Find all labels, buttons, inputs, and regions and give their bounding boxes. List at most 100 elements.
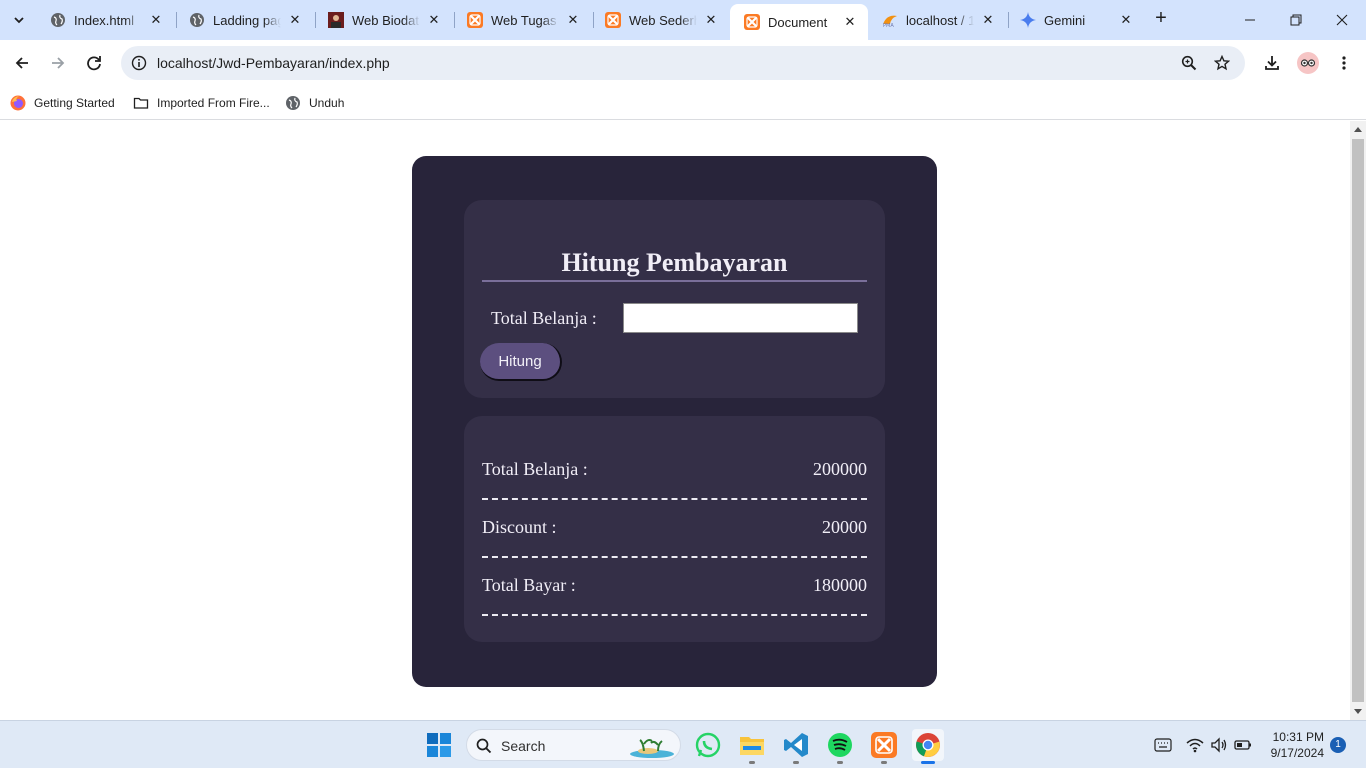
bookmark-label: Imported From Fire... [157,96,270,110]
close-tab-icon[interactable]: ✕ [1118,12,1134,28]
vscode-icon[interactable] [780,729,812,764]
hitung-button[interactable]: Hitung [480,343,562,381]
close-tab-icon[interactable]: ✕ [703,12,719,28]
bookmark-unduh[interactable]: Unduh [285,93,344,113]
system-clock[interactable]: 10:31 PM 9/17/2024 [1262,729,1324,761]
result-label: Total Belanja : [482,459,588,479]
back-arrow-icon[interactable] [10,51,34,75]
notification-badge[interactable]: 1 [1330,737,1346,753]
close-window-icon[interactable] [1330,8,1354,32]
download-icon[interactable] [1260,51,1284,75]
kebab-menu-icon[interactable] [1332,51,1356,75]
tab-title: Index.html [74,12,134,28]
tab-search-button[interactable] [6,7,32,33]
windows-taskbar: Search 10:31 PM 9/17/2024 1 [0,720,1366,768]
windows-start-icon[interactable] [423,729,455,761]
spotify-icon[interactable] [824,729,856,764]
url-text[interactable]: localhost/Jwd-Pembayaran/index.php [157,55,390,71]
search-icon [476,738,492,754]
payment-form-card: Hitung Pembayaran Total Belanja : Hitung [464,200,885,398]
running-indicator [837,761,843,764]
battery-icon[interactable] [1233,735,1253,755]
running-indicator [881,761,887,764]
whatsapp-icon[interactable] [692,729,724,761]
result-label: Total Bayar : [482,575,576,595]
firefox-icon [10,95,26,111]
page-viewport: Hitung Pembayaran Total Belanja : Hitung… [0,121,1350,720]
taskbar-search-label: Search [501,738,546,754]
bookmark-label: Getting Started [34,96,115,110]
clock-time: 10:31 PM [1272,730,1324,744]
browser-toolbar: localhost/Jwd-Pembayaran/index.php [0,40,1366,86]
result-value: 200000 [813,459,867,479]
close-tab-icon[interactable]: ✕ [287,12,303,28]
bookmark-getting-started[interactable]: Getting Started [10,93,115,113]
dashed-divider [482,614,867,616]
result-row-total-bayar: Total Bayar : 180000 [482,575,867,605]
close-tab-icon[interactable]: ✕ [148,12,164,28]
new-tab-plus-icon[interactable]: + [1150,8,1172,30]
globe-icon [285,95,301,111]
payment-result-card: Total Belanja : 200000 Discount : 20000 … [464,416,885,642]
tab-phpmyadmin[interactable]: PMA localhost / 127.0.0.1 ✕ [868,5,1006,35]
bookmark-imported-from-firefox[interactable]: Imported From Fire... [133,93,270,113]
taskbar-search-box[interactable]: Search [466,729,681,761]
address-bar[interactable]: localhost/Jwd-Pembayaran/index.php [121,46,1245,80]
bookmarks-bar: Getting Started Imported From Fire... Un… [0,86,1366,120]
reload-icon[interactable] [82,51,106,75]
result-row-total-belanja: Total Belanja : 200000 [482,459,867,489]
xampp-icon [467,12,483,28]
running-indicator [921,761,935,764]
result-label: Discount : [482,517,557,537]
result-row-discount: Discount : 20000 [482,517,867,547]
scroll-up-arrow-icon[interactable] [1354,127,1362,132]
tab-document[interactable]: Document ✕ [730,4,868,40]
restore-icon[interactable] [1284,8,1308,32]
site-info-icon[interactable] [127,51,151,75]
tab-title: Web Biodata [352,12,420,28]
tab-ladding-page[interactable]: Ladding page ✕ [175,5,313,35]
minimize-icon[interactable] [1238,8,1262,32]
tab-index[interactable]: Index.html ✕ [36,5,174,35]
tab-web-tugas[interactable]: Web Tugas UKK ✕ [453,5,591,35]
clock-date: 9/17/2024 [1270,746,1324,760]
bookmark-label: Unduh [309,96,345,110]
forward-arrow-icon[interactable] [46,51,70,75]
xampp-icon [605,12,621,28]
result-value: 180000 [813,575,867,595]
total-belanja-input[interactable] [623,303,858,333]
tab-gemini[interactable]: Gemini ✕ [1006,5,1144,35]
island-search-highlight-icon [630,739,674,758]
profile-avatar-icon[interactable] [1296,51,1320,75]
file-explorer-icon[interactable] [736,729,768,764]
tab-title: Web Sederhana [629,12,697,28]
scroll-down-arrow-icon[interactable] [1354,709,1362,714]
phpmyadmin-icon: PMA [882,12,898,28]
dashed-divider [482,556,867,558]
close-tab-icon[interactable]: ✕ [426,12,442,28]
globe-icon [50,12,66,28]
folder-icon [133,95,149,111]
globe-icon [189,12,205,28]
running-indicator [793,761,799,764]
zoom-icon[interactable] [1177,51,1201,75]
tab-web-biodata[interactable]: Web Biodata ✕ [314,5,452,35]
dashed-divider [482,498,867,500]
close-tab-icon[interactable]: ✕ [842,14,858,30]
vertical-scrollbar[interactable] [1350,121,1366,720]
bookmark-star-icon[interactable] [1210,51,1234,75]
result-value: 20000 [822,517,867,537]
volume-icon[interactable] [1209,735,1229,755]
scrollbar-thumb[interactable] [1352,139,1364,702]
tab-title: Ladding page [213,12,281,28]
chrome-icon[interactable] [912,729,944,764]
wifi-icon[interactable] [1185,735,1205,755]
xampp-icon[interactable] [868,729,900,764]
payment-container: Hitung Pembayaran Total Belanja : Hitung… [412,156,937,687]
tab-title: localhost / 127.0.0.1 [906,12,974,28]
tab-title: Web Tugas UKK [491,12,559,28]
close-tab-icon[interactable]: ✕ [980,12,996,28]
tab-web-sederhana[interactable]: Web Sederhana ✕ [591,5,729,35]
close-tab-icon[interactable]: ✕ [565,12,581,28]
keyboard-icon[interactable] [1153,735,1173,755]
